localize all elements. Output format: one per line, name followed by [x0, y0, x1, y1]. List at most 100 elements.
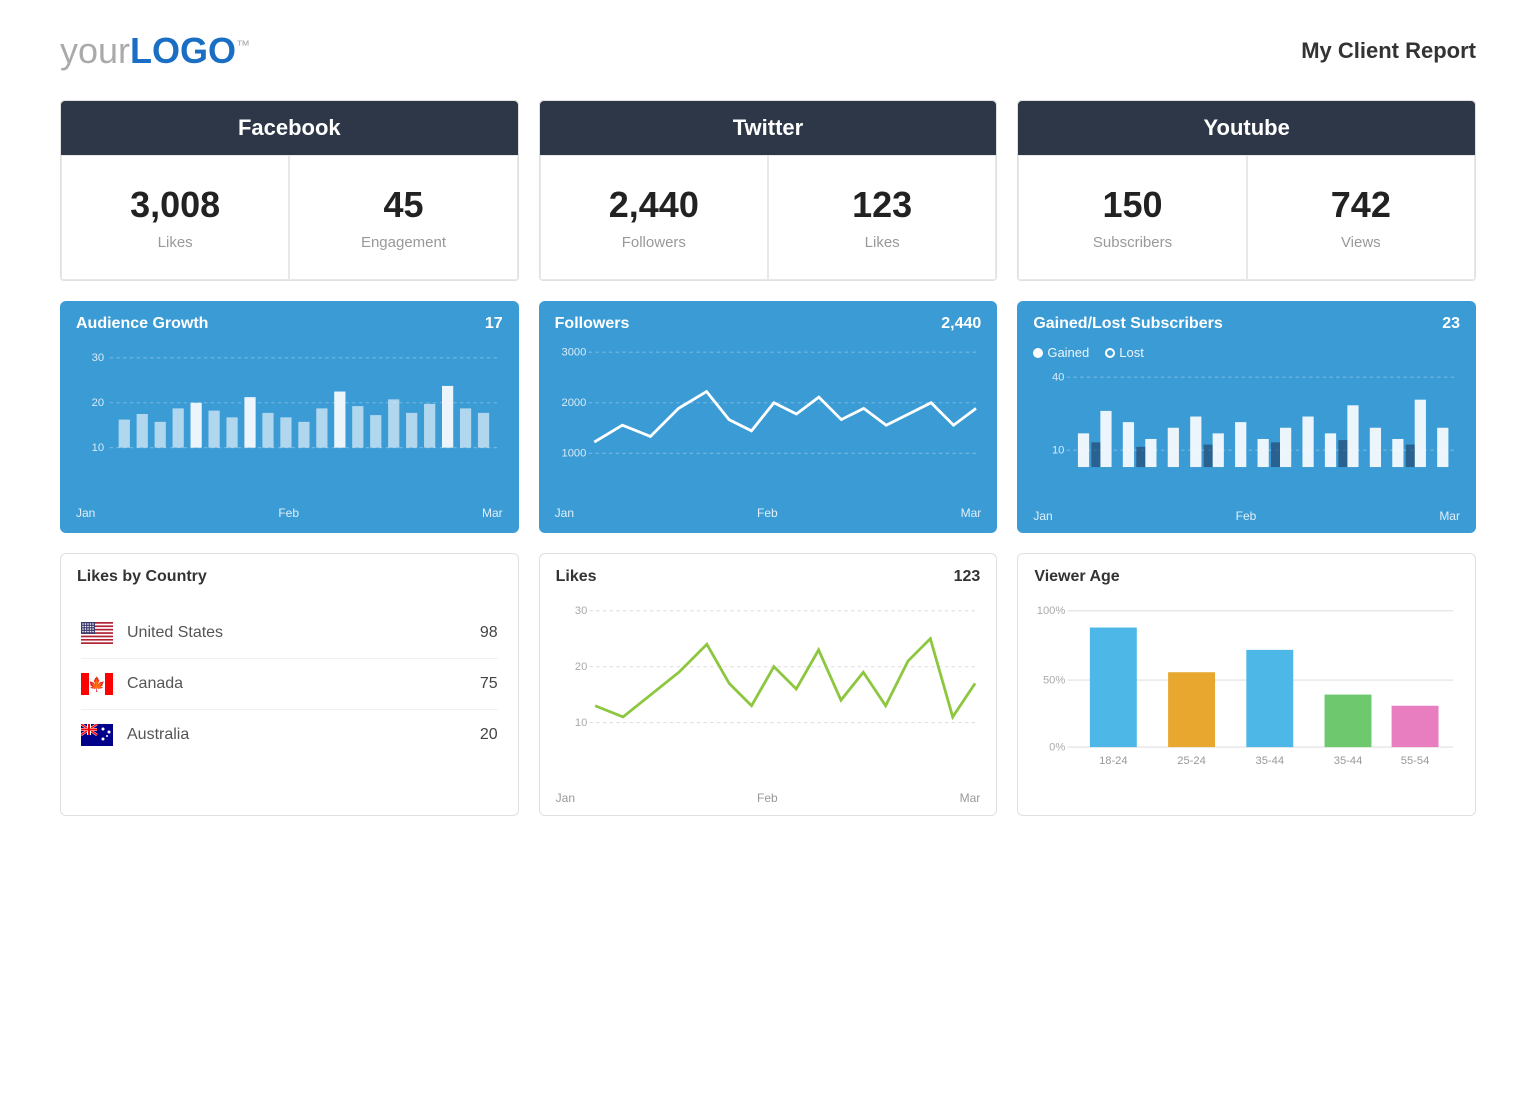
gained-lost-title: Gained/Lost Subscribers: [1033, 315, 1222, 333]
svg-text:0%: 0%: [1049, 741, 1065, 753]
flag-us: [81, 622, 113, 644]
axis-jan: Jan: [556, 791, 575, 805]
audience-growth-title: Audience Growth: [76, 315, 208, 333]
likes-chart-value: 123: [954, 568, 981, 586]
facebook-stat1: 3,008 Likes: [61, 155, 289, 280]
report-title: My Client Report: [1301, 38, 1476, 64]
svg-text:35-44: 35-44: [1256, 754, 1285, 766]
viewer-age-body: 100% 50% 0% 18-24 25-24 35-44 35-44: [1018, 594, 1475, 788]
lost-label: Lost: [1119, 345, 1144, 360]
likes-country-header: Likes by Country: [61, 554, 518, 594]
audience-growth-header: Audience Growth 17: [60, 301, 519, 341]
axis-jan: Jan: [76, 506, 95, 520]
gained-label: Gained: [1047, 345, 1089, 360]
likes-chart-header: Likes 123: [540, 554, 997, 594]
axis-mar: Mar: [960, 791, 981, 805]
facebook-stat1-label: Likes: [82, 234, 268, 251]
svg-text:🍁: 🍁: [88, 676, 105, 693]
likes-chart-card: Likes 123 30 20 10 Jan Feb Mar: [539, 553, 998, 817]
svg-text:2000: 2000: [561, 397, 586, 409]
page-header: yourLOGO™ My Client Report: [60, 30, 1476, 72]
followers-value: 2,440: [941, 315, 981, 333]
gained-dot: [1033, 348, 1043, 358]
lost-dot: [1105, 348, 1115, 358]
twitter-stat2: 123 Likes: [768, 155, 996, 280]
legend-lost: Lost: [1105, 345, 1144, 360]
gained-lost-chart: 40 10: [1033, 366, 1460, 490]
gained-lost-body: 40 10: [1017, 366, 1476, 505]
likes-country-title: Likes by Country: [77, 568, 207, 586]
svg-text:20: 20: [575, 660, 587, 672]
twitter-stat1: 2,440 Followers: [540, 155, 768, 280]
audience-growth-axis: Jan Feb Mar: [60, 502, 519, 530]
audience-growth-card: Audience Growth 17 30 20 10: [60, 301, 519, 533]
twitter-stat2-value: 123: [789, 184, 975, 226]
platform-stats-row: Facebook 3,008 Likes 45 Engagement Twitt…: [60, 100, 1476, 281]
country-us: United States 98: [81, 608, 498, 659]
facebook-stat2-label: Engagement: [310, 234, 496, 251]
country-us-count: 98: [480, 624, 498, 642]
gained-lost-axis: Jan Feb Mar: [1017, 505, 1476, 533]
axis-feb: Feb: [757, 791, 778, 805]
followers-chart: 3000 2000 1000: [555, 341, 982, 487]
viewer-age-chart: 100% 50% 0% 18-24 25-24 35-44 35-44: [1034, 594, 1459, 773]
svg-text:50%: 50%: [1043, 674, 1065, 686]
twitter-group: Twitter 2,440 Followers 123 Likes: [539, 100, 998, 281]
likes-chart-body: 30 20 10: [540, 594, 997, 788]
svg-text:10: 10: [92, 442, 104, 454]
svg-text:25-24: 25-24: [1178, 754, 1207, 766]
svg-text:3000: 3000: [561, 347, 586, 359]
axis-jan: Jan: [1033, 509, 1052, 523]
youtube-group: Youtube 150 Subscribers 742 Views: [1017, 100, 1476, 281]
youtube-stat2-label: Views: [1268, 234, 1454, 251]
logo-bold: LOGO: [130, 30, 236, 71]
youtube-stat1: 150 Subscribers: [1018, 155, 1246, 280]
followers-title: Followers: [555, 315, 630, 333]
country-ca-count: 75: [480, 675, 498, 693]
axis-feb: Feb: [757, 506, 778, 520]
svg-text:10: 10: [575, 716, 587, 728]
logo-text-your: your: [60, 30, 130, 71]
followers-header: Followers 2,440: [539, 301, 998, 341]
country-au-name: Australia: [127, 726, 480, 744]
charts-row: Audience Growth 17 30 20 10: [60, 301, 1476, 533]
viewer-age-header: Viewer Age: [1018, 554, 1475, 594]
svg-text:40: 40: [1052, 372, 1064, 384]
axis-jan: Jan: [555, 506, 574, 520]
country-ca: 🍁 Canada 75: [81, 659, 498, 710]
facebook-group: Facebook 3,008 Likes 45 Engagement: [60, 100, 519, 281]
audience-growth-value: 17: [485, 315, 503, 333]
followers-axis: Jan Feb Mar: [539, 502, 998, 530]
country-au: Australia 20: [81, 710, 498, 760]
bottom-row: Likes by Country: [60, 553, 1476, 817]
country-list: United States 98 🍁 Canada 75: [61, 594, 518, 774]
svg-text:55-54: 55-54: [1401, 754, 1430, 766]
likes-chart-title: Likes: [556, 568, 597, 586]
axis-feb: Feb: [1236, 509, 1257, 523]
svg-text:30: 30: [575, 605, 587, 617]
youtube-stat2-value: 742: [1268, 184, 1454, 226]
facebook-header: Facebook: [61, 101, 518, 155]
svg-text:100%: 100%: [1037, 605, 1066, 617]
youtube-stat1-label: Subscribers: [1039, 234, 1225, 251]
svg-text:1000: 1000: [561, 448, 586, 460]
youtube-header: Youtube: [1018, 101, 1475, 155]
logo: yourLOGO™: [60, 30, 250, 72]
facebook-stat2: 45 Engagement: [289, 155, 517, 280]
gained-lost-legend: Gained Lost: [1017, 341, 1476, 366]
facebook-stat1-value: 3,008: [82, 184, 268, 226]
likes-country-card: Likes by Country: [60, 553, 519, 817]
facebook-stat2-value: 45: [310, 184, 496, 226]
youtube-stat1-value: 150: [1039, 184, 1225, 226]
twitter-stat1-label: Followers: [561, 234, 747, 251]
flag-au: [81, 724, 113, 746]
logo-tm: ™: [236, 37, 250, 53]
twitter-stat1-value: 2,440: [561, 184, 747, 226]
viewer-age-card: Viewer Age 100% 50% 0% 18-24 25-24 3: [1017, 553, 1476, 817]
svg-text:10: 10: [1052, 445, 1064, 457]
followers-body: 3000 2000 1000: [539, 341, 998, 502]
gained-lost-header: Gained/Lost Subscribers 23: [1017, 301, 1476, 341]
followers-card: Followers 2,440 3000 2000 1000 Jan Feb M…: [539, 301, 998, 533]
country-ca-name: Canada: [127, 675, 480, 693]
audience-growth-body: 30 20 10: [60, 341, 519, 502]
